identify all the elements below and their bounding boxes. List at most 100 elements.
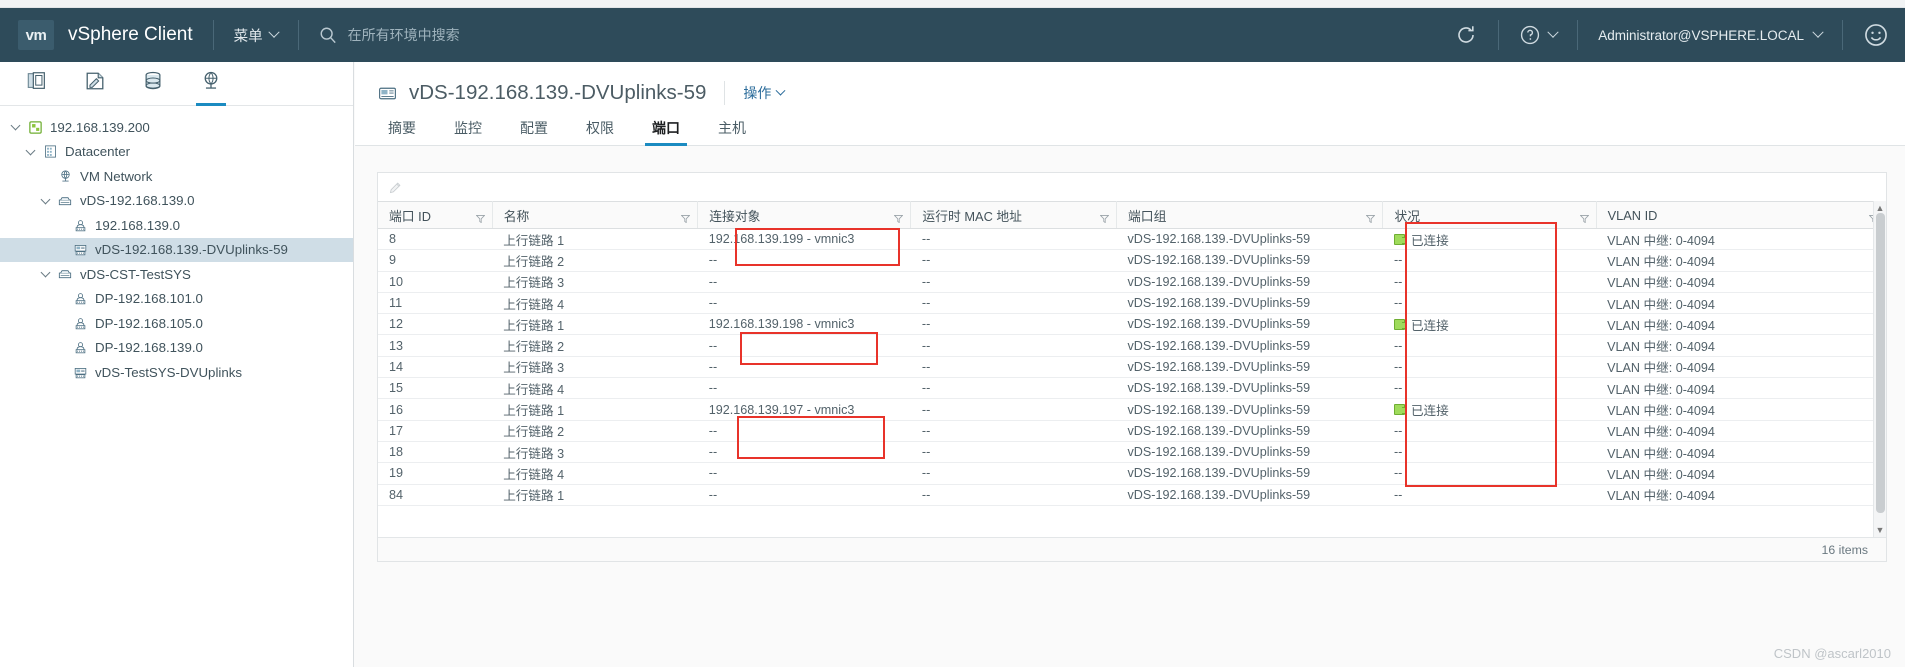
edit-settings-button[interactable] — [388, 180, 403, 195]
tree-item-dp-192.168.139.0[interactable]: DP-192.168.139.0 — [0, 336, 353, 361]
actions-menu-button[interactable]: 操作 — [743, 83, 786, 103]
tab-6[interactable]: 主机 — [707, 110, 757, 145]
help-icon — [1521, 25, 1540, 45]
cell-port_id: 10 — [378, 271, 493, 293]
cell-mac: -- — [910, 462, 1117, 485]
tree-expander-chevron-down-icon[interactable] — [36, 194, 54, 205]
table-row[interactable]: 14 上行链路 3 -- -- vDS-192.168.139.-DVUplinks-5… — [378, 356, 1886, 379]
column-header-port_id[interactable]: 端口 ID — [378, 201, 493, 229]
storage-icon-button[interactable] — [124, 62, 182, 106]
menu-button[interactable]: 菜单 — [233, 25, 280, 46]
table-row[interactable]: 15 上行链路 4 -- -- vDS-192.168.139.-DVUplinks-5… — [378, 377, 1886, 400]
tree-item-dp-192.168.101.0[interactable]: DP-192.168.101.0 — [0, 287, 353, 312]
scroll-down-arrow-icon[interactable]: ▼ — [1876, 523, 1885, 537]
table-row[interactable]: 84 上行链路 1 -- -- vDS-192.168.139.-DVUplinks-5… — [378, 484, 1886, 506]
column-filter-icon[interactable] — [893, 211, 904, 224]
column-header-mac[interactable]: 运行时 MAC 地址 — [910, 201, 1117, 229]
cell-name: 上行链路 1 — [492, 484, 698, 506]
tree-expander-chevron-down-icon[interactable] — [21, 145, 39, 156]
cell-name: 上行链路 3 — [492, 441, 698, 464]
status-label: 已连接 — [1410, 233, 1449, 248]
uplink-portgroup-icon — [74, 245, 86, 256]
cell-state: -- — [1382, 420, 1597, 442]
column-header-portgroup[interactable]: 端口组 — [1116, 201, 1384, 229]
column-header-state[interactable]: 状况 — [1382, 201, 1597, 229]
tab-5[interactable]: 端口 — [641, 110, 691, 146]
cell-port_id: 14 — [378, 356, 493, 379]
tab-3[interactable]: 配置 — [509, 110, 559, 145]
tab-2[interactable]: 监控 — [443, 110, 493, 145]
cell-connectee: 192.168.139.198 - vmnic3 — [697, 313, 911, 336]
cell-port_id: 84 — [378, 484, 493, 506]
cell-state: -- — [1382, 441, 1597, 464]
cell-connectee: -- — [697, 271, 911, 293]
chevron-down-icon — [267, 26, 280, 38]
tree-item-dp-192.168.105.0[interactable]: DP-192.168.105.0 — [0, 311, 353, 336]
refresh-button[interactable] — [1454, 23, 1478, 47]
tree-item-vds-testsys-dvuplinks[interactable]: vDS-TestSYS-DVUplinks — [0, 360, 353, 385]
hosts-and-clusters-icon-button[interactable] — [8, 62, 66, 106]
scrollbar-thumb[interactable] — [1875, 213, 1885, 513]
tab-1[interactable]: 摘要 — [377, 110, 427, 145]
cell-mac: -- — [910, 484, 1117, 506]
column-header-connectee[interactable]: 连接对象 — [697, 201, 912, 229]
top-navigation-bar: vm vSphere Client 菜单 在所有环境中搜索 Administra… — [0, 8, 1905, 62]
tree-item-vds-192.168.139.0[interactable]: vDS-192.168.139.0 — [0, 189, 353, 214]
feedback-button[interactable] — [1863, 22, 1889, 48]
tree-item-vmnetwork[interactable]: VM Network — [0, 164, 353, 189]
column-header-label: 端口 ID — [389, 208, 431, 224]
column-filter-icon[interactable] — [1365, 211, 1376, 224]
table-row[interactable]: 19 上行链路 4 -- -- vDS-192.168.139.-DVUplinks-5… — [378, 462, 1886, 485]
cell-name: 上行链路 4 — [492, 377, 698, 400]
column-filter-icon[interactable] — [475, 211, 486, 224]
table-row[interactable]: 13 上行链路 2 -- -- vDS-192.168.139.-DVUplinks-5… — [378, 334, 1886, 357]
table-vertical-scrollbar[interactable]: ▲ ▼ — [1873, 201, 1886, 537]
tree-item-192.168.139.0[interactable]: 192.168.139.0 — [0, 213, 353, 238]
table-row[interactable]: 8 上行链路 1 192.168.139.199 - vmnic3 -- vDS-192… — [378, 228, 1886, 251]
help-menu-button[interactable] — [1519, 24, 1559, 46]
table-row[interactable]: 10 上行链路 3 -- -- vDS-192.168.139.-DVUplinks-5… — [378, 271, 1886, 293]
table-row[interactable]: 9 上行链路 2 -- -- vDS-192.168.139.-DVUplinks-59… — [378, 249, 1886, 272]
column-filter-icon[interactable] — [1099, 211, 1110, 224]
table-row[interactable]: 17 上行链路 2 -- -- vDS-192.168.139.-DVUplinks-5… — [378, 420, 1886, 442]
cell-state: 已连接 — [1382, 313, 1597, 336]
column-header-name[interactable]: 名称 — [492, 201, 699, 229]
portgroup-icon — [75, 293, 85, 305]
tree-expander-chevron-down-icon[interactable] — [6, 120, 24, 131]
table-row[interactable]: 11 上行链路 4 -- -- vDS-192.168.139.-DVUplinks-5… — [378, 292, 1886, 315]
cell-state: -- — [1382, 271, 1597, 293]
status-badge: 已连接 — [1393, 230, 1588, 249]
vms-and-templates-icon-button[interactable] — [66, 62, 124, 106]
tree-expander-chevron-down-icon[interactable] — [36, 267, 54, 278]
column-filter-icon[interactable] — [1579, 211, 1590, 224]
network-icon — [60, 170, 70, 182]
table-row[interactable]: 18 上行链路 3 -- -- vDS-192.168.139.-DVUplinks-5… — [378, 441, 1886, 464]
search-input[interactable] — [347, 27, 648, 43]
column-filter-icon[interactable] — [680, 211, 691, 224]
item-count-label: 16 items — [1821, 542, 1868, 557]
networking-icon-button[interactable] — [182, 62, 240, 106]
chevron-down-icon — [775, 85, 786, 96]
tree-item-vds-cst-testsys[interactable]: vDS-CST-TestSYS — [0, 262, 353, 287]
ports-table-head: 端口 ID 名称 连接对象 运行时 MAC 地址 端口组 状况 VLAN ID — [378, 201, 1887, 229]
tree-item-192.168.139.200[interactable]: 192.168.139.200 — [0, 115, 353, 140]
global-search[interactable] — [319, 26, 648, 44]
tree-item-vds-192.168.139.-dvuplinks-59[interactable]: vDS-192.168.139.-DVUplinks-59 — [0, 237, 353, 262]
cell-portgroup: vDS-192.168.139.-DVUplinks-59 — [1116, 398, 1383, 421]
cell-state: -- — [1382, 356, 1597, 379]
dvswitch-icon — [58, 270, 72, 279]
user-menu-button[interactable]: Administrator@VSPHERE.LOCAL — [1598, 26, 1824, 43]
table-row[interactable]: 16 上行链路 1 192.168.139.197 - vmnic3 -- vDS-19… — [378, 398, 1886, 421]
tab-4[interactable]: 权限 — [575, 110, 625, 145]
main-content: vDS-192.168.139.-DVUplinks-59 操作 摘要 监控 配置权… — [355, 62, 1905, 667]
column-header-label: 运行时 MAC 地址 — [922, 208, 1022, 224]
column-header-vlan[interactable]: VLAN ID — [1596, 201, 1887, 229]
ports-toolbar — [378, 173, 1886, 201]
table-row[interactable]: 12 上行链路 1 192.168.139.198 - vmnic3 -- vDS-19… — [378, 313, 1886, 336]
portgroup-icon — [69, 316, 91, 331]
cell-mac: -- — [910, 228, 1117, 251]
tree-item-label: 192.168.139.200 — [50, 119, 150, 135]
menu-button-label: 菜单 — [233, 28, 263, 45]
tree-item-datacenter[interactable]: Datacenter — [0, 140, 353, 165]
uplink-portgroup-icon — [69, 365, 91, 380]
